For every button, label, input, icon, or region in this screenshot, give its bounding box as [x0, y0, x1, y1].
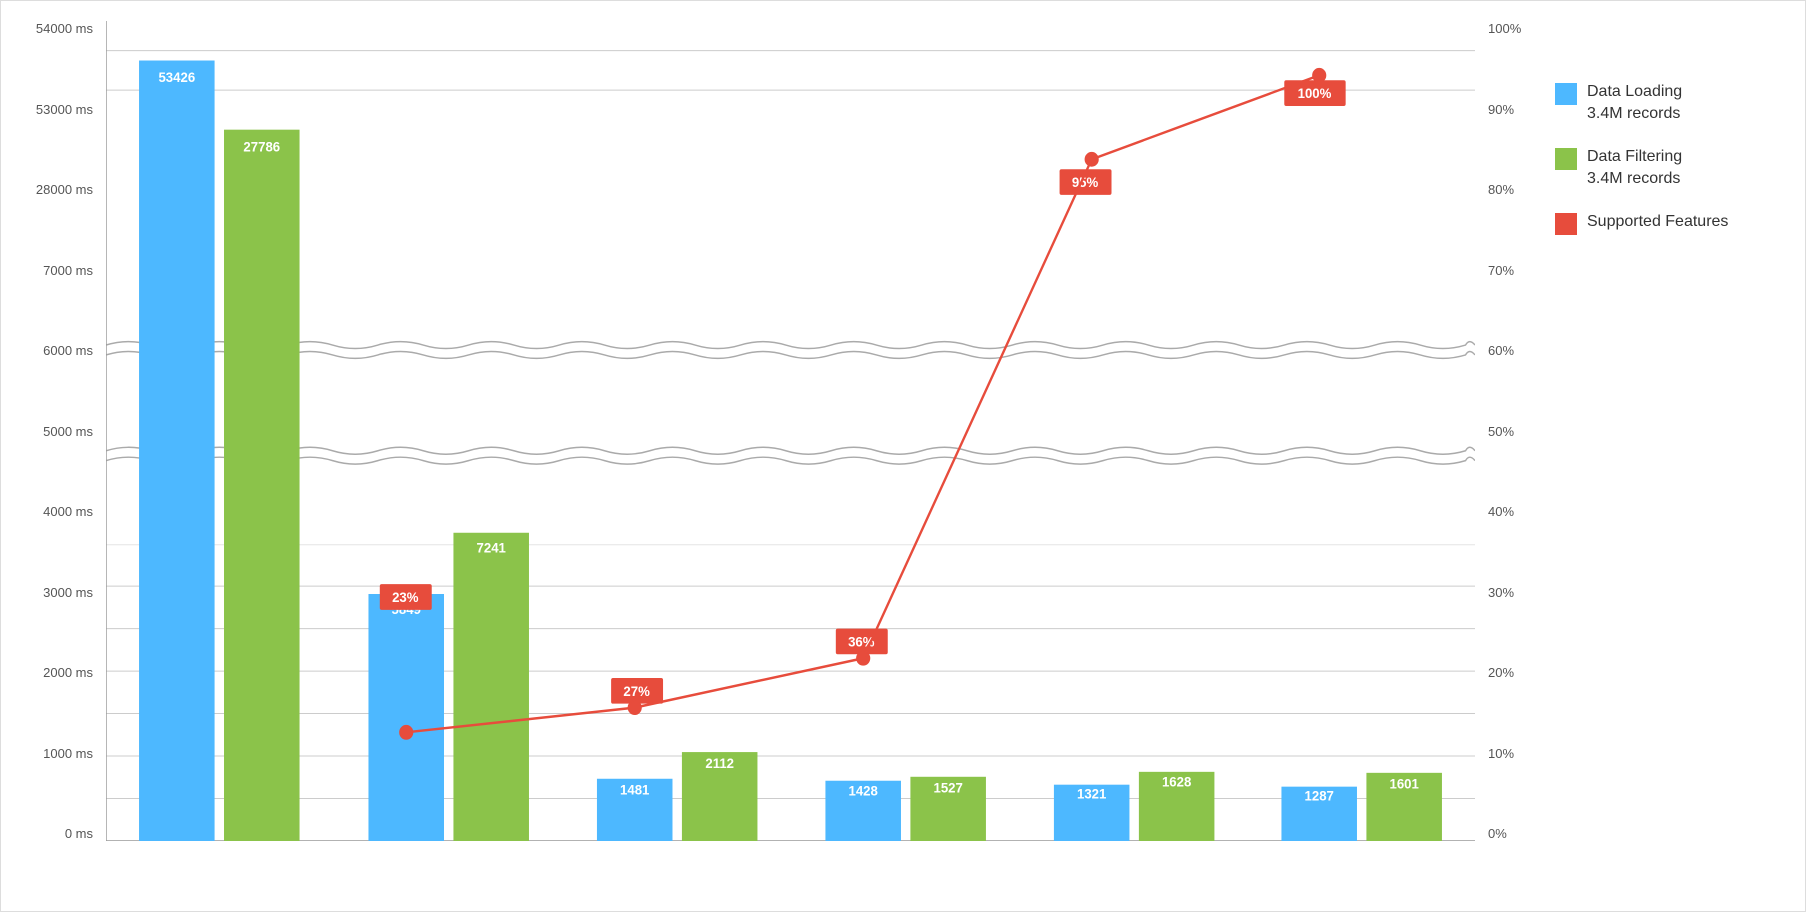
bar-v171-blue	[368, 594, 444, 841]
chart-svg: 53426 27786 5849 7241 23%	[106, 21, 1475, 841]
svg-text:1527: 1527	[933, 780, 962, 795]
y-right-label-50: 50%	[1488, 424, 1514, 439]
legend-label-data-filtering: Data Filtering3.4M records	[1587, 146, 1682, 191]
svg-text:7241: 7241	[477, 540, 507, 555]
y-left-label-54000: 54000 ms	[36, 21, 93, 36]
y-left-label-2000: 2000 ms	[43, 665, 93, 680]
bar-v162-green	[224, 130, 300, 841]
y-left-label-53000: 53000 ms	[36, 102, 93, 117]
svg-text:1628: 1628	[1162, 774, 1192, 789]
legend-label-supported-features: Supported Features	[1587, 211, 1728, 233]
y-right-label-60: 60%	[1488, 343, 1514, 358]
y-left-label-1000: 1000 ms	[43, 746, 93, 761]
y-left-label-7000: 7000 ms	[43, 263, 93, 278]
y-right-label-100: 100%	[1488, 21, 1521, 36]
svg-text:23%: 23%	[392, 590, 418, 605]
svg-text:1481: 1481	[620, 782, 650, 797]
y-left-label-0: 0 ms	[65, 826, 93, 841]
y-right-label-40: 40%	[1488, 504, 1514, 519]
y-left-label-5000: 5000 ms	[43, 424, 93, 439]
svg-text:1321: 1321	[1077, 786, 1107, 801]
svg-text:2112: 2112	[705, 756, 734, 771]
svg-text:1601: 1601	[1389, 776, 1419, 791]
y-left-label-6000: 6000 ms	[43, 343, 93, 358]
y-right-label-90: 90%	[1488, 102, 1514, 117]
chart-inner: 53426 27786 5849 7241 23%	[106, 21, 1475, 841]
legend-item-data-loading: Data Loading3.4M records	[1555, 81, 1775, 126]
svg-text:1428: 1428	[849, 783, 879, 798]
svg-text:53426: 53426	[158, 70, 195, 85]
svg-text:100%: 100%	[1298, 86, 1332, 101]
y-right-label-20: 20%	[1488, 665, 1514, 680]
chart-container: 54000 ms 53000 ms 28000 ms 7000 ms 6000 …	[0, 0, 1806, 912]
y-right-label-30: 30%	[1488, 585, 1514, 600]
svg-text:1287: 1287	[1305, 788, 1334, 803]
legend-color-red	[1555, 213, 1577, 235]
y-left-label-28000: 28000 ms	[36, 182, 93, 197]
legend-item-data-filtering: Data Filtering3.4M records	[1555, 146, 1775, 191]
y-left-label-3000: 3000 ms	[43, 585, 93, 600]
legend: Data Loading3.4M records Data Filtering3…	[1535, 51, 1795, 891]
y-axis-left: 54000 ms 53000 ms 28000 ms 7000 ms 6000 …	[21, 21, 101, 841]
legend-item-supported-features: Supported Features	[1555, 211, 1775, 235]
legend-color-blue	[1555, 83, 1577, 105]
legend-color-green	[1555, 148, 1577, 170]
bar-v162-blue	[139, 61, 215, 841]
y-axis-right: 100% 90% 80% 70% 60% 50% 40% 30% 20% 10%…	[1480, 21, 1535, 841]
y-right-label-0: 0%	[1488, 826, 1507, 841]
svg-text:27786: 27786	[243, 139, 280, 154]
y-right-label-80: 80%	[1488, 182, 1514, 197]
y-left-label-4000: 4000 ms	[43, 504, 93, 519]
legend-label-data-loading: Data Loading3.4M records	[1587, 81, 1682, 126]
y-right-label-70: 70%	[1488, 263, 1514, 278]
bar-v171-green	[453, 533, 529, 841]
chart-area: 54000 ms 53000 ms 28000 ms 7000 ms 6000 …	[21, 21, 1535, 891]
y-right-label-10: 10%	[1488, 746, 1514, 761]
svg-text:27%: 27%	[623, 684, 649, 699]
svg-text:95%: 95%	[1072, 175, 1098, 190]
